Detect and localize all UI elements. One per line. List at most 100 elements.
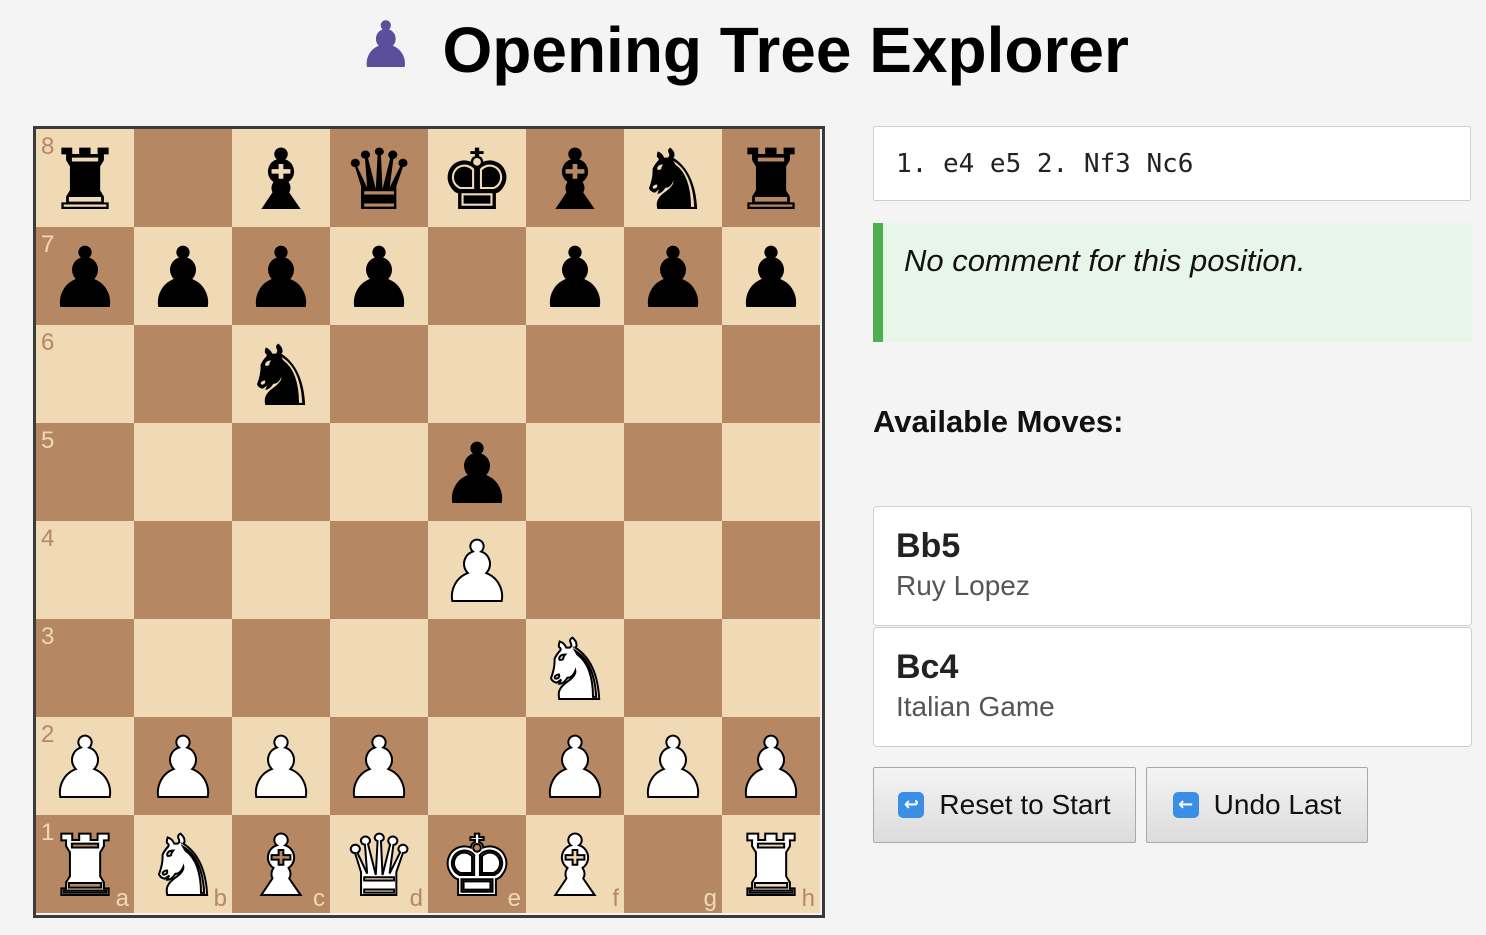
square-e1[interactable]: e ♚ [428,815,526,913]
square-e2[interactable] [428,717,526,815]
square-f1[interactable]: f ♝ [526,815,624,913]
square-g7[interactable]: ♟ [624,227,722,325]
square-f6[interactable] [526,325,624,423]
square-b5[interactable] [134,423,232,521]
black-rook-icon[interactable]: ♜ [47,138,122,222]
square-f7[interactable]: ♟ [526,227,624,325]
white-bishop-icon[interactable]: ♝ [536,823,613,909]
square-a7[interactable]: 7 ♟ [36,227,134,325]
white-pawn-icon[interactable]: ♟ [634,725,711,811]
square-h3[interactable] [722,619,820,717]
black-pawn-icon[interactable]: ♟ [439,432,514,516]
square-h5[interactable] [722,423,820,521]
square-c3[interactable] [232,619,330,717]
square-e4[interactable]: ♟ [428,521,526,619]
white-knight-icon[interactable]: ♞ [536,627,613,713]
white-pawn-icon[interactable]: ♟ [340,725,417,811]
square-c2[interactable]: ♟ [232,717,330,815]
square-b8[interactable] [134,129,232,227]
square-f4[interactable] [526,521,624,619]
square-e7[interactable] [428,227,526,325]
white-pawn-icon[interactable]: ♟ [46,725,123,811]
move-option-bb5[interactable]: Bb5 Ruy Lopez [873,506,1472,626]
square-g8[interactable]: ♞ [624,129,722,227]
square-h4[interactable] [722,521,820,619]
square-c5[interactable] [232,423,330,521]
square-b7[interactable]: ♟ [134,227,232,325]
black-pawn-icon[interactable]: ♟ [537,236,612,320]
black-pawn-icon[interactable]: ♟ [145,236,220,320]
square-e6[interactable] [428,325,526,423]
square-g1[interactable]: g [624,815,722,913]
square-d4[interactable] [330,521,428,619]
square-f3[interactable]: ♞ [526,619,624,717]
square-e8[interactable]: ♚ [428,129,526,227]
white-pawn-icon[interactable]: ♟ [438,529,515,615]
square-a8[interactable]: 8 ♜ [36,129,134,227]
white-pawn-icon[interactable]: ♟ [732,725,809,811]
square-a2[interactable]: 2 ♟ [36,717,134,815]
square-b6[interactable] [134,325,232,423]
square-a5[interactable]: 5 [36,423,134,521]
square-h7[interactable]: ♟ [722,227,820,325]
white-bishop-icon[interactable]: ♝ [242,823,319,909]
square-c6[interactable]: ♞ [232,325,330,423]
square-h1[interactable]: h ♜ [722,815,820,913]
square-c1[interactable]: c ♝ [232,815,330,913]
black-pawn-icon[interactable]: ♟ [341,236,416,320]
black-pawn-icon[interactable]: ♟ [733,236,808,320]
white-knight-icon[interactable]: ♞ [144,823,221,909]
square-e5[interactable]: ♟ [428,423,526,521]
square-d2[interactable]: ♟ [330,717,428,815]
square-g4[interactable] [624,521,722,619]
square-b1[interactable]: b ♞ [134,815,232,913]
black-pawn-icon[interactable]: ♟ [243,236,318,320]
square-b2[interactable]: ♟ [134,717,232,815]
square-a6[interactable]: 6 [36,325,134,423]
square-d5[interactable] [330,423,428,521]
square-c7[interactable]: ♟ [232,227,330,325]
square-g6[interactable] [624,325,722,423]
square-e3[interactable] [428,619,526,717]
square-a3[interactable]: 3 [36,619,134,717]
black-pawn-icon[interactable]: ♟ [635,236,710,320]
square-c4[interactable] [232,521,330,619]
black-king-icon[interactable]: ♚ [439,138,514,222]
black-knight-icon[interactable]: ♞ [635,138,710,222]
square-g5[interactable] [624,423,722,521]
square-b3[interactable] [134,619,232,717]
white-king-icon[interactable]: ♚ [438,823,515,909]
square-h2[interactable]: ♟ [722,717,820,815]
black-pawn-icon[interactable]: ♟ [47,236,122,320]
square-d1[interactable]: d ♛ [330,815,428,913]
black-rook-icon[interactable]: ♜ [733,138,808,222]
white-queen-icon[interactable]: ♛ [340,823,417,909]
square-d7[interactable]: ♟ [330,227,428,325]
move-option-bc4[interactable]: Bc4 Italian Game [873,627,1472,747]
white-pawn-icon[interactable]: ♟ [242,725,319,811]
square-f2[interactable]: ♟ [526,717,624,815]
square-g2[interactable]: ♟ [624,717,722,815]
white-pawn-icon[interactable]: ♟ [536,725,613,811]
white-rook-icon[interactable]: ♜ [732,823,809,909]
square-a1[interactable]: 1 a ♜ [36,815,134,913]
square-h6[interactable] [722,325,820,423]
white-rook-icon[interactable]: ♜ [46,823,123,909]
black-bishop-icon[interactable]: ♝ [243,138,318,222]
square-a4[interactable]: 4 [36,521,134,619]
black-bishop-icon[interactable]: ♝ [537,138,612,222]
square-f5[interactable] [526,423,624,521]
square-c8[interactable]: ♝ [232,129,330,227]
undo-button[interactable]: ← Undo Last [1146,767,1368,843]
square-d8[interactable]: ♛ [330,129,428,227]
black-queen-icon[interactable]: ♛ [341,138,416,222]
square-f8[interactable]: ♝ [526,129,624,227]
white-pawn-icon[interactable]: ♟ [144,725,221,811]
reset-button[interactable]: ↩ Reset to Start [873,767,1136,843]
square-d3[interactable] [330,619,428,717]
square-d6[interactable] [330,325,428,423]
black-knight-icon[interactable]: ♞ [243,334,318,418]
square-b4[interactable] [134,521,232,619]
square-h8[interactable]: ♜ [722,129,820,227]
square-g3[interactable] [624,619,722,717]
